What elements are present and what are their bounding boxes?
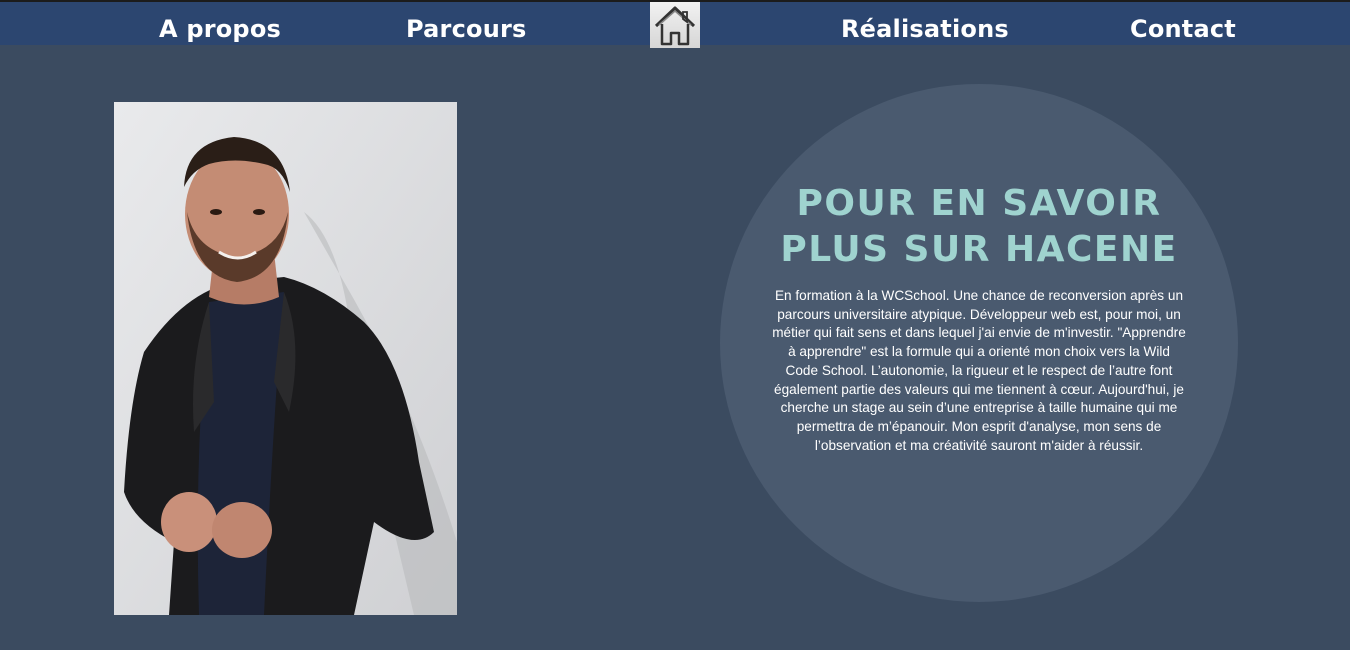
nav-link-a-propos[interactable]: A propos <box>159 2 281 45</box>
home-icon <box>654 6 696 46</box>
portrait-photo <box>114 102 457 615</box>
about-title: POUR EN SAVOIR PLUS SUR HACENE <box>780 183 1178 270</box>
home-button[interactable] <box>650 2 700 48</box>
navbar: A propos Parcours Réalisations Contact <box>0 2 1350 48</box>
about-text: En formation à la WCSchool. Une chance d… <box>772 288 1186 453</box>
nav-link-realisations[interactable]: Réalisations <box>841 2 1009 45</box>
nav-link-parcours[interactable]: Parcours <box>406 2 527 45</box>
nav-link-contact[interactable]: Contact <box>1130 2 1236 45</box>
